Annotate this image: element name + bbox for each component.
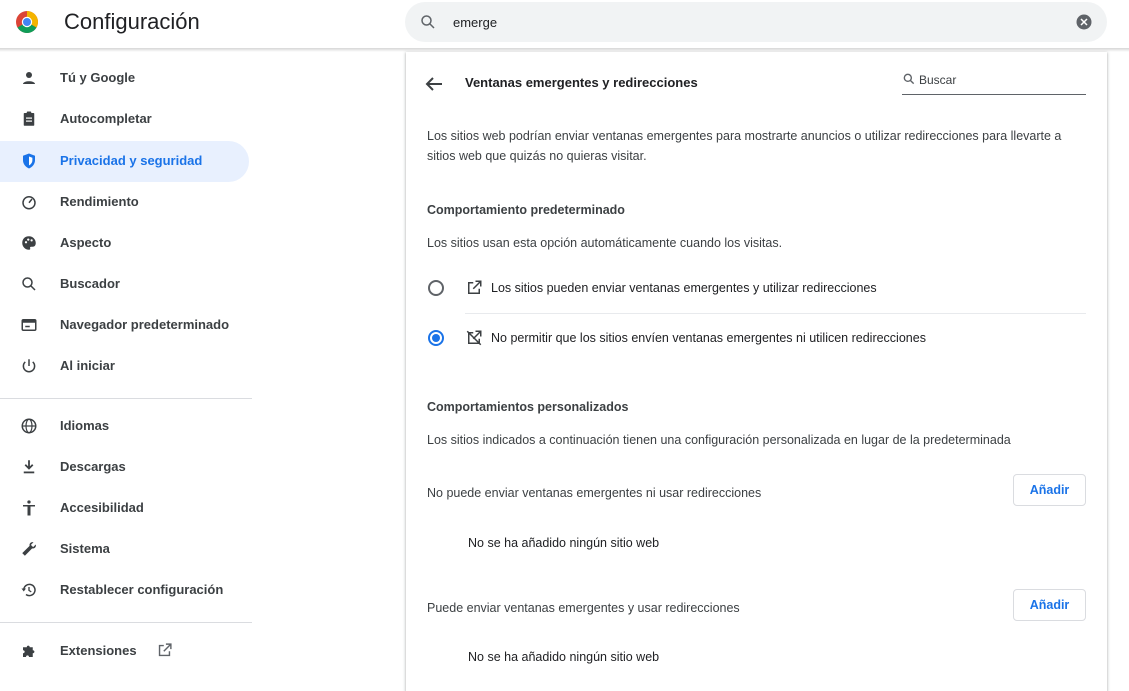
radio-label: Los sitios pueden enviar ventanas emerge… (491, 281, 877, 295)
popup-blocked-icon (466, 330, 482, 346)
search-icon (22, 277, 36, 291)
blocked-list-label: No puede enviar ventanas emergentes ni u… (427, 486, 762, 500)
sidebar-item-label: Autocompletar (60, 111, 152, 126)
sidebar-item-label: Rendimiento (60, 194, 139, 209)
default-behavior-heading: Comportamiento predeterminado (427, 203, 625, 217)
sidebar-item-extensions[interactable]: Extensiones (0, 631, 249, 672)
top-toolbar: Configuración (0, 0, 1129, 48)
subpage-search[interactable] (902, 67, 1086, 95)
power-icon (22, 359, 36, 373)
sidebar-item-label: Sistema (60, 541, 110, 556)
sidebar-item-label: Navegador predeterminado (60, 317, 230, 332)
sidebar-item-label: Aspecto (60, 235, 112, 250)
custom-behavior-subtitle: Los sitios indicados a continuación tien… (427, 433, 1011, 447)
blocked-list-empty: No se ha añadido ningún sitio web (468, 536, 660, 550)
wrench-icon (22, 542, 36, 556)
radio-button[interactable] (428, 280, 444, 296)
add-blocked-site-button[interactable]: Añadir (1013, 474, 1086, 506)
custom-behavior-heading: Comportamientos personalizados (427, 400, 629, 414)
sidebar-item-languages[interactable]: Idiomas (0, 406, 249, 447)
sidebar-item-appearance[interactable]: Aspecto (0, 223, 249, 264)
sidebar-item-label: Accesibilidad (60, 500, 144, 515)
sidebar-nav: Tú y Google Autocompletar Privacidad y s… (0, 52, 260, 691)
search-icon (421, 15, 435, 29)
radio-allow-popups[interactable]: Los sitios pueden enviar ventanas emerge… (406, 264, 1107, 312)
sidebar-item-downloads[interactable]: Descargas (0, 447, 249, 488)
sidebar-item-label: Tú y Google (60, 70, 136, 85)
sidebar-item-on-startup[interactable]: Al iniciar (0, 346, 249, 387)
page-description: Los sitios web podrían enviar ventanas e… (427, 129, 1062, 163)
sidebar-item-label: Privacidad y seguridad (60, 153, 203, 168)
sidebar-item-performance[interactable]: Rendimiento (0, 182, 249, 223)
sidebar-item-label: Al iniciar (60, 358, 115, 373)
allowed-list-empty: No se ha añadido ningún sitio web (468, 650, 660, 664)
settings-card: Ventanas emergentes y redirecciones Los … (406, 52, 1107, 691)
sidebar-item-search-engine[interactable]: Buscador (0, 264, 249, 305)
add-allowed-site-button[interactable]: Añadir (1013, 589, 1086, 621)
gauge-icon (22, 196, 36, 210)
allowed-list-label: Puede enviar ventanas emergentes y usar … (427, 601, 740, 615)
browser-icon (21, 319, 37, 331)
sidebar-divider (0, 398, 252, 399)
settings-search-box[interactable] (405, 2, 1107, 42)
back-arrow-icon[interactable] (422, 72, 446, 96)
sidebar-item-autofill[interactable]: Autocompletar (0, 99, 249, 140)
palette-icon (22, 236, 36, 250)
restore-icon (21, 583, 36, 597)
puzzle-icon (23, 645, 35, 657)
chrome-logo-icon (16, 11, 38, 33)
default-behavior-subtitle: Los sitios usan esta opción automáticame… (427, 236, 783, 250)
sidebar-item-accessibility[interactable]: Accesibilidad (0, 488, 249, 529)
search-icon (903, 73, 915, 85)
sidebar-item-label: Restablecer configuración (60, 582, 224, 597)
sidebar-item-label: Extensiones (60, 643, 137, 658)
open-in-new-icon (158, 643, 172, 657)
radio-button[interactable] (428, 330, 444, 346)
open-in-new-icon (468, 280, 482, 294)
sidebar-item-system[interactable]: Sistema (0, 529, 249, 570)
download-icon (23, 460, 35, 474)
sidebar-item-label: Idiomas (60, 418, 110, 433)
sidebar-divider (0, 622, 252, 623)
sidebar-item-you-and-google[interactable]: Tú y Google (0, 58, 249, 99)
clear-search-icon[interactable] (1075, 13, 1093, 31)
subpage-title: Ventanas emergentes y redirecciones (465, 75, 698, 90)
page-title: Configuración (64, 9, 200, 34)
sidebar-item-privacy[interactable]: Privacidad y seguridad (0, 141, 249, 182)
radio-label: No permitir que los sitios envíen ventan… (491, 331, 926, 345)
globe-icon (21, 418, 37, 434)
subpage-search-input[interactable] (919, 71, 1079, 88)
sidebar-item-label: Buscador (60, 276, 120, 291)
accessibility-icon (23, 500, 35, 516)
clipboard-icon (23, 111, 35, 126)
settings-search-input[interactable] (453, 12, 1053, 32)
sidebar-item-default-browser[interactable]: Navegador predeterminado (0, 305, 249, 346)
sidebar-item-reset-settings[interactable]: Restablecer configuración (0, 570, 249, 611)
person-icon (23, 72, 35, 84)
radio-block-popups[interactable]: No permitir que los sitios envíen ventan… (406, 314, 1107, 362)
shield-icon (23, 153, 35, 169)
sidebar-item-label: Descargas (60, 459, 126, 474)
